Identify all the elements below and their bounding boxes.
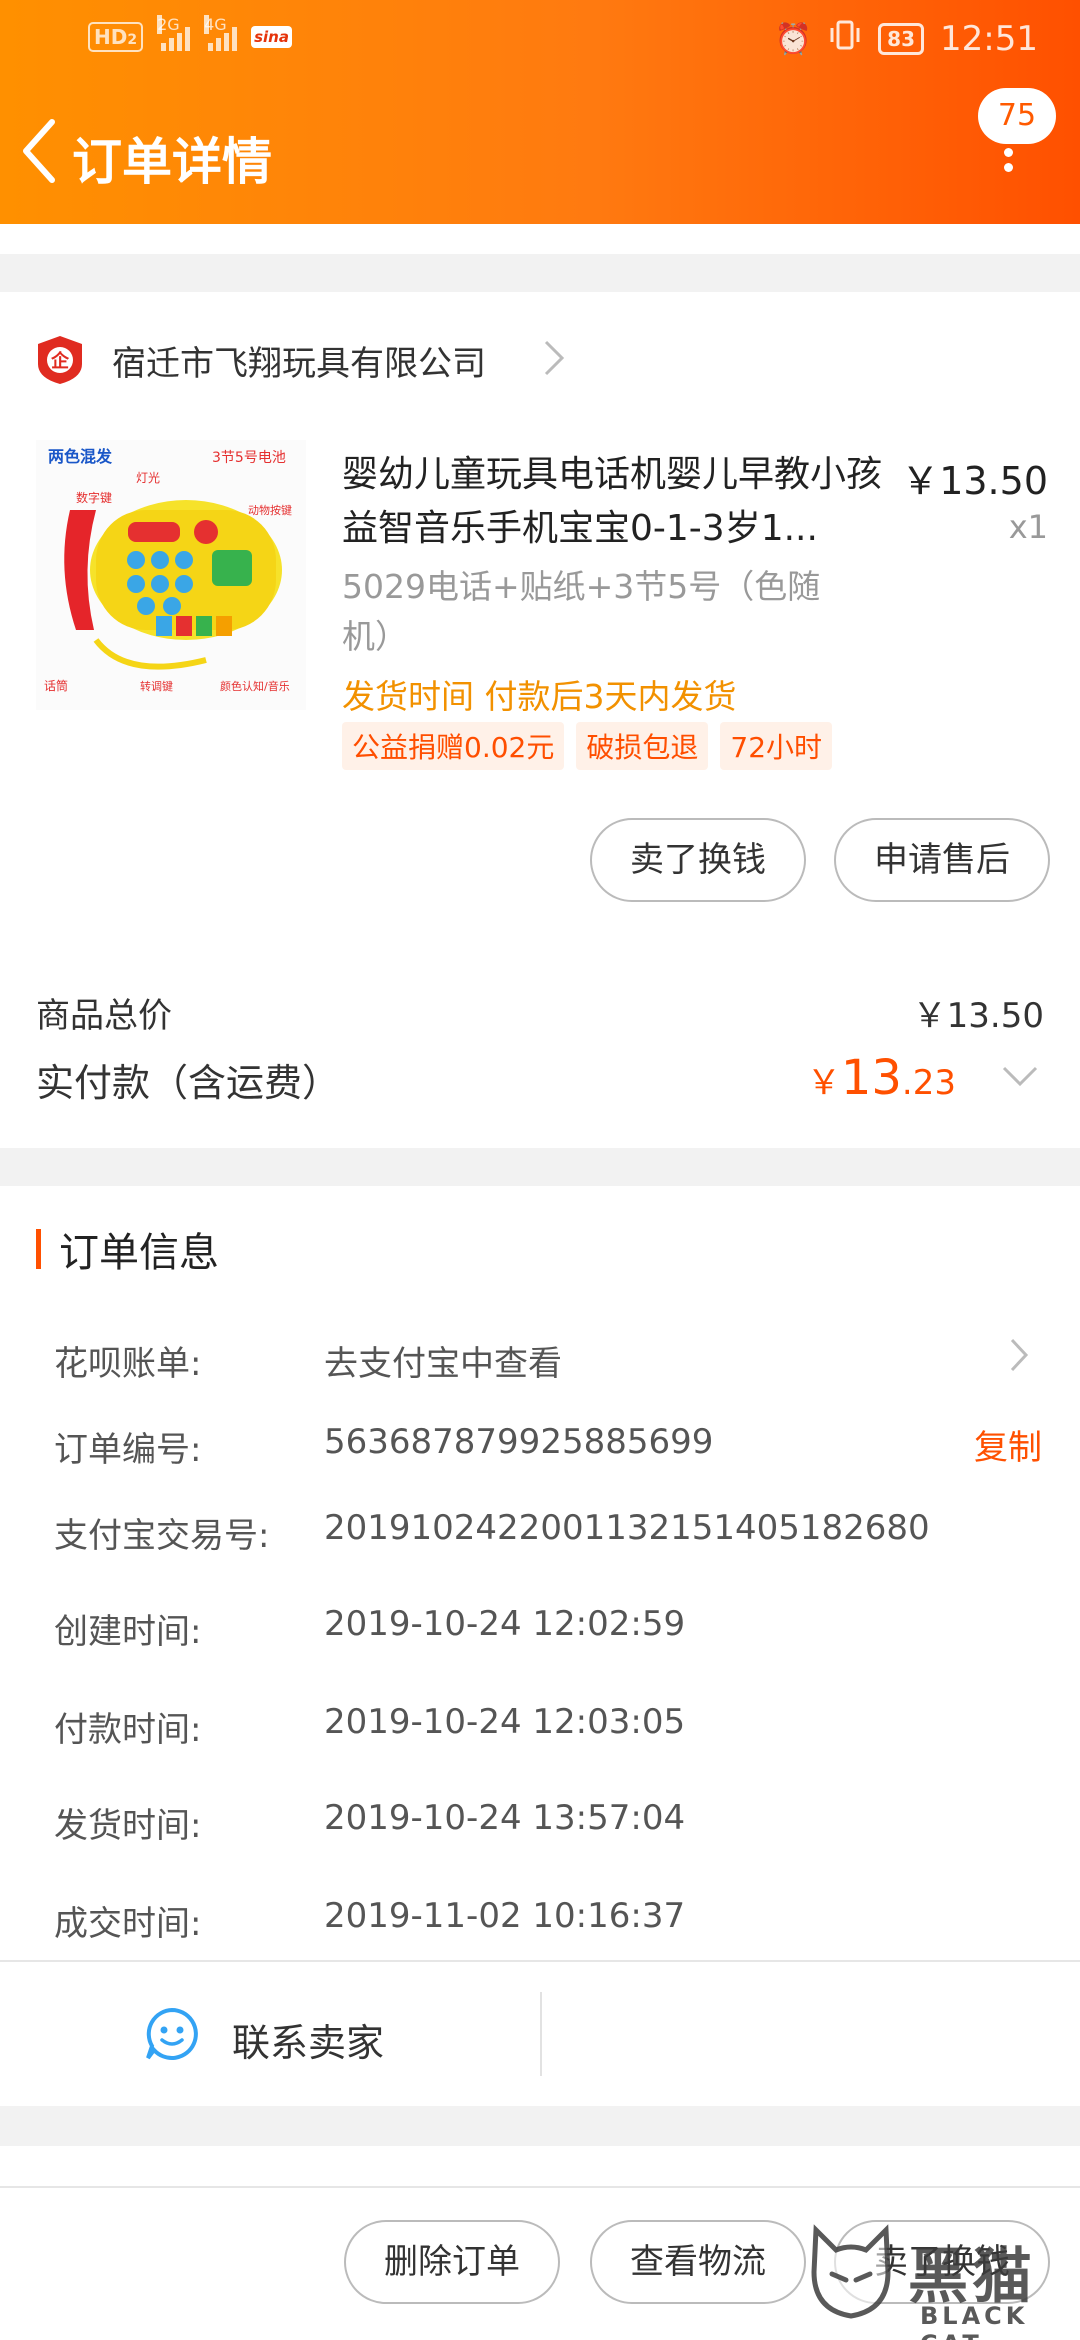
hd-sub: 2 <box>127 32 138 48</box>
created-time-value: 2019-10-24 12:02:59 <box>324 1604 686 1644</box>
watermark-en: BLACK CAT <box>920 2302 1029 2340</box>
image-label: 颜色认知/音乐 <box>220 679 290 693</box>
copy-order-number-button[interactable]: 复制 <box>974 1420 1042 1469</box>
back-arrow-icon[interactable] <box>16 116 66 186</box>
section-gap <box>0 1148 1080 1186</box>
paid-amount-label: 实付款（含运费） <box>36 1061 341 1105</box>
order-info-header: 订单信息 <box>36 1224 219 1276</box>
tag-damage-return: 破损包退 <box>576 722 709 770</box>
hd-indicator: HD2 <box>88 22 144 52</box>
accent-bar <box>36 1229 41 1269</box>
section-gap <box>0 2106 1080 2146</box>
image-label: 转调键 <box>140 679 173 693</box>
status-left: HD2 2G 4G sina <box>88 15 292 52</box>
hd-text: HD <box>94 25 128 49</box>
service-tags: 公益捐赠0.02元 破损包退 72小时 <box>342 722 833 770</box>
image-label: 3节5号电池 <box>212 450 286 466</box>
product-image[interactable]: 两色混发 3节5号电池 灯光 数字键 动物按键 话筒 转调键 颜色认知/音乐 <box>36 440 306 710</box>
signal-icon: 2G <box>157 15 191 51</box>
shipped-time-label: 发货时间: <box>54 1806 202 1846</box>
image-label: 话筒 <box>44 678 68 693</box>
status-bar: HD2 2G 4G sina ⏰ 83 12:51 <box>0 0 1080 80</box>
header-bar: HD2 2G 4G sina ⏰ 83 12:51 订单详情 75 <box>0 0 1080 224</box>
order-number-label: 订单编号: <box>54 1430 202 1470</box>
closed-time-value: 2019-11-02 10:16:37 <box>324 1896 686 1936</box>
closed-time-label: 成交时间: <box>54 1904 202 1944</box>
battery-icon: 83 <box>878 23 925 55</box>
more-menu-icon[interactable] <box>1004 148 1014 178</box>
contact-seller-row: 联系卖家 <box>0 1960 1080 2104</box>
after-sale-button[interactable]: 申请售后 <box>834 818 1050 902</box>
shop-enterprise-icon: 企 <box>38 336 82 384</box>
tag-72h: 72小时 <box>720 722 833 770</box>
divider <box>540 1992 542 2076</box>
page-title: 订单详情 <box>72 133 272 191</box>
section-gap <box>0 254 1080 292</box>
svg-text:企: 企 <box>50 350 70 372</box>
chevron-down-icon[interactable] <box>1000 1064 1040 1088</box>
shipped-time-value: 2019-10-24 13:57:04 <box>324 1798 686 1838</box>
alipay-trade-label: 支付宝交易号: <box>54 1516 270 1556</box>
product-sku: 5029电话+贴纸+3节5号（色随机） <box>342 567 821 656</box>
clock: 12:51 <box>940 19 1038 59</box>
alipay-trade-value: 2019102422001132151405182680 <box>324 1508 930 1548</box>
goods-total-label: 商品总价 <box>36 996 172 1036</box>
alarm-icon: ⏰ <box>774 21 813 57</box>
vibrate-icon <box>828 18 862 60</box>
chevron-right-icon[interactable] <box>1008 1336 1030 1374</box>
product-quantity: x1 <box>1008 508 1048 546</box>
image-label: 动物按键 <box>248 503 292 517</box>
sina-app-icon: sina <box>251 26 292 48</box>
image-label: 数字键 <box>76 490 112 505</box>
contact-seller-button[interactable]: 联系卖家 <box>232 2012 384 2067</box>
cat-logo-icon <box>811 2224 891 2319</box>
shipping-promise: 发货时间 付款后3天内发货 <box>342 677 737 716</box>
goods-total-value: ￥13.50 <box>912 996 1044 1036</box>
message-count-badge[interactable]: 75 <box>978 88 1056 144</box>
huabei-label: 花呗账单: <box>54 1344 202 1384</box>
delete-order-button[interactable]: 删除订单 <box>344 2220 560 2304</box>
paid-integer: 13 <box>840 1050 902 1106</box>
paid-time-label: 付款时间: <box>54 1710 202 1750</box>
signal-icon: 4G <box>204 15 238 51</box>
black-cat-watermark: 黑猫 BLACK CAT <box>806 2218 1080 2340</box>
status-right: ⏰ 83 12:51 <box>775 18 1038 60</box>
image-label: 两色混发 <box>48 447 113 466</box>
paid-currency: ￥ <box>806 1063 841 1103</box>
created-time-label: 创建时间: <box>54 1612 202 1652</box>
huabei-link[interactable]: 去支付宝中查看 <box>324 1336 562 1385</box>
tag-charity: 公益捐赠0.02元 <box>342 722 565 770</box>
product-price: ￥13.50 <box>901 459 1048 503</box>
paid-decimal: .23 <box>901 1063 956 1103</box>
order-info-title: 订单信息 <box>59 1230 219 1276</box>
network-label-1: 2G <box>157 15 180 34</box>
order-number-value: 563687879925885699 <box>324 1422 714 1462</box>
chat-bubble-icon[interactable] <box>144 2006 200 2062</box>
shop-name[interactable]: 宿迁市飞翔玩具有限公司 <box>112 336 486 385</box>
network-label-2: 4G <box>204 15 227 34</box>
chevron-right-icon <box>544 340 565 376</box>
paid-amount-value: ￥13.23 <box>807 1050 956 1106</box>
sell-for-cash-button[interactable]: 卖了换钱 <box>590 818 806 902</box>
shop-row[interactable]: 企 宿迁市飞翔玩具有限公司 <box>0 292 1080 432</box>
view-logistics-button[interactable]: 查看物流 <box>590 2220 806 2304</box>
product-title[interactable]: 婴幼儿童玩具电话机婴儿早教小孩益智音乐手机宝宝0-1-3岁1... <box>342 448 890 556</box>
paid-time-value: 2019-10-24 12:03:05 <box>324 1702 686 1742</box>
image-label: 灯光 <box>136 471 160 485</box>
